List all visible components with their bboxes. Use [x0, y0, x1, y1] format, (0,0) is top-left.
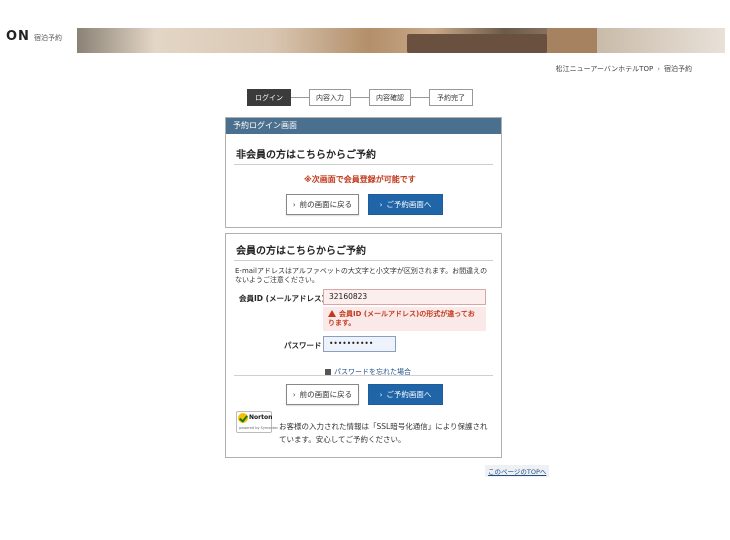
member-reserve-button[interactable]: › ご予約画面へ	[368, 384, 443, 405]
password-input[interactable]: ••••••••••	[323, 336, 396, 352]
step-confirm: 内容確認	[369, 89, 411, 106]
member-id-input[interactable]: 32160823	[323, 289, 486, 305]
norton-seal: Norton powered by Symantec	[236, 411, 278, 433]
member-description: E-mailアドレスはアルファベットの大文字と小文字が区別されます。お間違えのな…	[235, 267, 488, 284]
password-label: パスワード	[284, 341, 322, 350]
chevron-right-icon: ›	[379, 390, 383, 399]
page-top-link[interactable]: このページのTOPへ	[485, 465, 550, 477]
ssl-message: お客様の入力された情報は「SSL暗号化通信」により保護されています。安心してご予…	[279, 422, 488, 444]
check-icon	[238, 413, 248, 423]
guest-reserve-button[interactable]: › ご予約画面へ	[368, 194, 443, 215]
logo-subtitle: 宿泊予約	[34, 34, 62, 42]
progress-steps: ログイン 内容入力 内容確認 予約完了	[247, 89, 473, 106]
chevron-right-icon: ›	[379, 200, 383, 209]
chevron-right-icon: ›	[292, 390, 296, 399]
member-section-title: 会員の方はこちらからご予約	[236, 246, 366, 257]
warning-icon	[328, 310, 336, 317]
chevron-right-icon: ›	[292, 200, 296, 209]
step-login: ログイン	[247, 89, 291, 106]
hotel-logo[interactable]: ON	[6, 29, 30, 44]
breadcrumb-separator: ›	[657, 65, 660, 73]
breadcrumb-current: 宿泊予約	[664, 65, 692, 73]
step-input: 内容入力	[309, 89, 351, 106]
registration-notice: ※次画面で会員登録が可能です	[304, 175, 416, 184]
member-id-error: 会員ID (メールアドレス)の形式が違っております。	[323, 307, 486, 331]
member-panel: 会員の方はこちらからご予約 E-mailアドレスはアルファベットの大文字と小文字…	[225, 233, 502, 458]
breadcrumb-home-link[interactable]: 松江ニューアーバンホテルTOP	[556, 65, 654, 73]
step-complete: 予約完了	[429, 89, 473, 106]
member-id-label: 会員ID (メールアドレス)	[239, 294, 325, 303]
guest-back-button[interactable]: › 前の画面に戻る	[286, 194, 359, 215]
member-back-button[interactable]: › 前の画面に戻る	[286, 384, 359, 405]
guest-section-title: 非会員の方はこちらからご予約	[236, 150, 376, 161]
header-banner-image	[77, 28, 725, 53]
panel-title: 予約ログイン画面	[226, 118, 501, 134]
breadcrumb: 松江ニューアーバンホテルTOP › 宿泊予約	[556, 64, 692, 74]
guest-panel: 予約ログイン画面 非会員の方はこちらからご予約 ※次画面で会員登録が可能です ›…	[225, 117, 502, 228]
